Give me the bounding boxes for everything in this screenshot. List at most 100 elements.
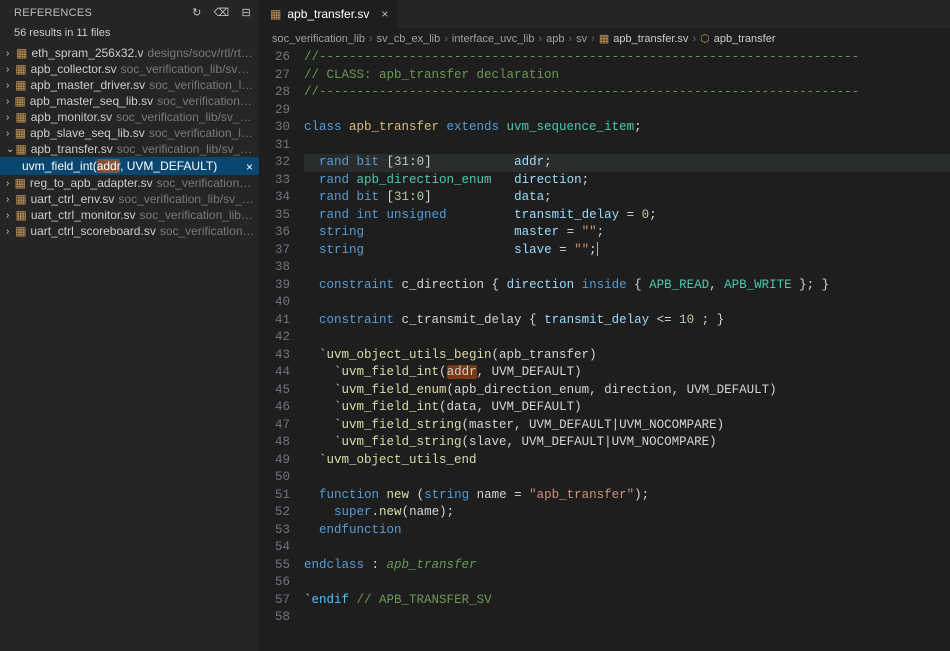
- line-number: 31: [260, 137, 290, 155]
- file-path: soc_verification_lib/sv_cb_ex_li...: [116, 110, 255, 124]
- search-match-selected[interactable]: uvm_field_int(addr, UVM_DEFAULT) ×: [0, 157, 259, 175]
- refresh-icon[interactable]: ↻: [192, 6, 202, 19]
- line-number: 52: [260, 504, 290, 522]
- code-line[interactable]: [304, 329, 950, 347]
- file-row[interactable]: ›▦eth_spram_256x32.vdesigns/socv/rtl/rtl…: [0, 45, 259, 61]
- code-line[interactable]: [304, 609, 950, 627]
- code-line[interactable]: // CLASS: apb_transfer declaration: [304, 67, 950, 85]
- breadcrumb[interactable]: soc_verification_lib › sv_cb_ex_lib › in…: [260, 28, 950, 49]
- file-name: apb_transfer.sv: [31, 142, 113, 156]
- file-path: soc_verification_lib/sv_c...: [157, 94, 255, 108]
- line-number: 28: [260, 84, 290, 102]
- line-number: 36: [260, 224, 290, 242]
- line-gutter: 2627282930313233343536373839404142434445…: [260, 49, 304, 651]
- close-icon[interactable]: ×: [246, 160, 253, 174]
- file-icon: ▦: [15, 224, 26, 238]
- file-row[interactable]: ›▦uart_ctrl_scoreboard.svsoc_verificatio…: [0, 223, 259, 239]
- code-line[interactable]: `endif // APB_TRANSFER_SV: [304, 592, 950, 610]
- code-line[interactable]: rand bit [31:0] data;: [304, 189, 950, 207]
- file-row[interactable]: ›▦apb_slave_seq_lib.svsoc_verification_l…: [0, 125, 259, 141]
- breadcrumb-symbol[interactable]: apb_transfer: [714, 33, 776, 45]
- code-line[interactable]: `uvm_field_int(data, UVM_DEFAULT): [304, 399, 950, 417]
- code-line[interactable]: [304, 137, 950, 155]
- clear-icon[interactable]: ⌫: [214, 6, 230, 19]
- breadcrumb-segment[interactable]: sv_cb_ex_lib: [377, 33, 441, 45]
- code-line[interactable]: constraint c_direction { direction insid…: [304, 277, 950, 295]
- collapse-all-icon[interactable]: ⊟: [241, 6, 251, 19]
- breadcrumb-segment[interactable]: interface_uvc_lib: [452, 33, 535, 45]
- code-line[interactable]: `uvm_object_utils_begin(apb_transfer): [304, 347, 950, 365]
- breadcrumb-segment[interactable]: sv: [576, 33, 587, 45]
- match-text: uvm_field_int(addr, UVM_DEFAULT): [22, 159, 217, 173]
- code-line[interactable]: constraint c_transmit_delay { transmit_d…: [304, 312, 950, 330]
- code-line[interactable]: [304, 539, 950, 557]
- line-number: 57: [260, 592, 290, 610]
- code-line[interactable]: super.new(name);: [304, 504, 950, 522]
- code-line[interactable]: `uvm_field_int(addr, UVM_DEFAULT): [304, 364, 950, 382]
- code-line[interactable]: `uvm_field_string(slave, UVM_DEFAULT|UVM…: [304, 434, 950, 452]
- line-number: 29: [260, 102, 290, 120]
- code-line[interactable]: [304, 469, 950, 487]
- file-path: soc_verification_lib/sv_cb_ex_l...: [121, 62, 255, 76]
- tab-label: apb_transfer.sv: [287, 7, 369, 21]
- file-path: soc_verification_lib/sv...: [160, 224, 255, 238]
- file-row[interactable]: ›▦apb_master_driver.svsoc_verification_l…: [0, 77, 259, 93]
- chevron-right-icon: ›: [369, 33, 373, 45]
- line-number: 56: [260, 574, 290, 592]
- tab-bar[interactable]: ▦ apb_transfer.sv ×: [260, 0, 950, 28]
- file-list[interactable]: ›▦eth_spram_256x32.vdesigns/socv/rtl/rtl…: [0, 45, 259, 651]
- file-name: apb_collector.sv: [31, 62, 117, 76]
- chevron-right-icon: ›: [6, 178, 14, 189]
- tab-apb-transfer[interactable]: ▦ apb_transfer.sv ×: [260, 0, 399, 28]
- code-line[interactable]: //--------------------------------------…: [304, 49, 950, 67]
- symbol-class-icon: ⬡: [700, 32, 710, 45]
- editor-area: ▦ apb_transfer.sv × soc_verification_lib…: [260, 0, 950, 651]
- line-number: 53: [260, 522, 290, 540]
- code-line[interactable]: `uvm_field_string(master, UVM_DEFAULT|UV…: [304, 417, 950, 435]
- code-line[interactable]: [304, 294, 950, 312]
- code-line[interactable]: `uvm_field_enum(apb_direction_enum, dire…: [304, 382, 950, 400]
- file-icon: ▦: [15, 62, 26, 76]
- file-row[interactable]: ›▦apb_master_seq_lib.svsoc_verification_…: [0, 93, 259, 109]
- file-row[interactable]: ⌄▦apb_transfer.svsoc_verification_lib/sv…: [0, 141, 259, 157]
- chevron-right-icon: ›: [6, 112, 15, 123]
- code-line[interactable]: rand int unsigned transmit_delay = 0;: [304, 207, 950, 225]
- file-row[interactable]: ›▦reg_to_apb_adapter.svsoc_verification_…: [0, 175, 259, 191]
- line-number: 50: [260, 469, 290, 487]
- code-line[interactable]: endfunction: [304, 522, 950, 540]
- close-icon[interactable]: ×: [381, 7, 388, 21]
- file-path: soc_verification_lib/sv_cb...: [140, 208, 255, 222]
- file-icon: ▦: [15, 208, 26, 222]
- line-number: 48: [260, 434, 290, 452]
- file-icon: ▦: [15, 78, 26, 92]
- file-row[interactable]: ›▦uart_ctrl_env.svsoc_verification_lib/s…: [0, 191, 259, 207]
- code-line[interactable]: rand bit [31:0] addr;: [304, 154, 950, 172]
- breadcrumb-segment[interactable]: apb: [546, 33, 564, 45]
- line-number: 30: [260, 119, 290, 137]
- references-sidebar: REFERENCES ↻ ⌫ ⊟ 56 results in 11 files …: [0, 0, 260, 651]
- file-row[interactable]: ›▦apb_monitor.svsoc_verification_lib/sv_…: [0, 109, 259, 125]
- sidebar-title: REFERENCES: [14, 7, 92, 19]
- code-line[interactable]: class apb_transfer extends uvm_sequence_…: [304, 119, 950, 137]
- code-line[interactable]: rand apb_direction_enum direction;: [304, 172, 950, 190]
- file-row[interactable]: ›▦apb_collector.svsoc_verification_lib/s…: [0, 61, 259, 77]
- file-path: soc_verification_lib/sv_s...: [157, 176, 255, 190]
- file-row[interactable]: ›▦uart_ctrl_monitor.svsoc_verification_l…: [0, 207, 259, 223]
- code-line[interactable]: `uvm_object_utils_end: [304, 452, 950, 470]
- breadcrumb-file[interactable]: apb_transfer.sv: [613, 33, 688, 45]
- code-line[interactable]: [304, 102, 950, 120]
- code-line[interactable]: [304, 574, 950, 592]
- file-icon: ▦: [15, 192, 26, 206]
- code-line[interactable]: string master = "";: [304, 224, 950, 242]
- line-number: 51: [260, 487, 290, 505]
- code-line[interactable]: endclass : apb_transfer: [304, 557, 950, 575]
- chevron-right-icon: ›: [6, 128, 15, 139]
- code-line[interactable]: //--------------------------------------…: [304, 84, 950, 102]
- chevron-right-icon: ›: [6, 80, 15, 91]
- code-line[interactable]: function new (string name = "apb_transfe…: [304, 487, 950, 505]
- code-content[interactable]: //--------------------------------------…: [304, 49, 950, 651]
- code-line[interactable]: [304, 259, 950, 277]
- code-editor[interactable]: 2627282930313233343536373839404142434445…: [260, 49, 950, 651]
- breadcrumb-segment[interactable]: soc_verification_lib: [272, 33, 365, 45]
- code-line[interactable]: string slave = "";: [304, 242, 950, 260]
